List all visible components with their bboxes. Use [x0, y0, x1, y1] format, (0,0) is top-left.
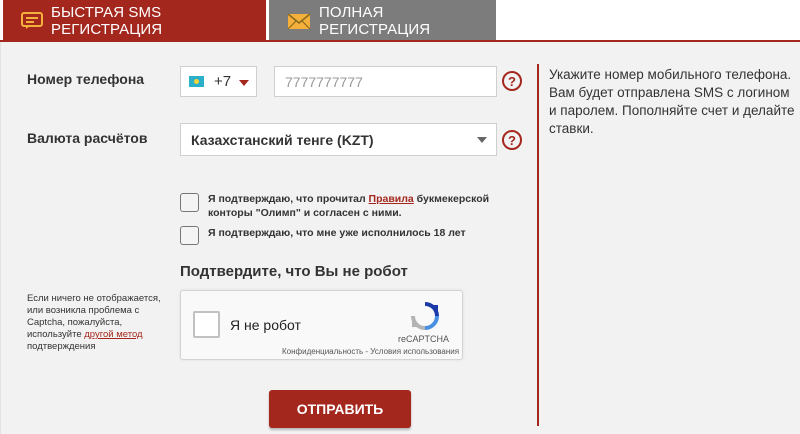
submit-button[interactable]: Отправить — [269, 390, 411, 428]
tab-full-label: Полная регистрация — [319, 4, 431, 38]
recaptcha-brand: reCAPTCHA — [398, 334, 450, 344]
phone-input[interactable] — [274, 66, 497, 97]
rules-link[interactable]: Правила — [369, 193, 414, 205]
recaptcha-checkbox[interactable] — [193, 311, 220, 338]
envelope-icon — [287, 12, 311, 30]
rules-checkbox-label: Я подтверждаю, что прочитал Правила букм… — [208, 192, 508, 220]
rules-text-before: Я подтверждаю, что прочитал — [208, 193, 369, 205]
registration-tabs: Быстрая SMS регистрация Полная регистрац… — [0, 0, 800, 42]
chevron-down-icon — [477, 137, 487, 143]
recaptcha-label: Я не робот — [230, 317, 301, 333]
tab-sms-registration[interactable]: Быстрая SMS регистрация — [3, 0, 266, 42]
captcha-help-note: Если ничего не отображается, или возникл… — [27, 293, 177, 353]
sms-chat-icon — [21, 12, 43, 30]
age-checkbox[interactable] — [180, 226, 199, 245]
kazakhstan-flag-icon — [189, 76, 204, 87]
captcha-note-text-after: подтверждения — [27, 341, 96, 352]
alternative-method-link[interactable]: другой метод — [84, 329, 142, 340]
currency-selected-value: Казахстанский тенге (KZT) — [191, 131, 374, 148]
robot-check-title: Подтвердите, что Вы не робот — [180, 263, 408, 280]
recaptcha-privacy-terms-links[interactable]: Конфиденциальность - Условия использован… — [282, 347, 459, 356]
phone-label: Номер телефона — [27, 71, 145, 87]
currency-help-icon[interactable]: ? — [502, 130, 522, 150]
info-text: Укажите номер мобильного телефона. Вам б… — [549, 67, 795, 136]
country-code-select[interactable]: +7 — [180, 66, 257, 97]
tab-sms-label: Быстрая SMS регистрация — [51, 4, 163, 38]
recaptcha-widget: Я не робот reCAPTCHA Конфиденциальность … — [180, 290, 463, 360]
tab-full-registration[interactable]: Полная регистрация — [269, 0, 496, 42]
chevron-down-icon — [239, 80, 249, 86]
age-checkbox-label: Я подтверждаю, что мне уже исполнилось 1… — [208, 227, 466, 239]
currency-select[interactable]: Казахстанский тенге (KZT) — [180, 123, 497, 156]
vertical-divider — [537, 64, 539, 426]
country-code-value: +7 — [214, 73, 232, 90]
recaptcha-logo-icon — [410, 301, 440, 331]
currency-label: Валюта расчётов — [27, 130, 148, 146]
phone-help-icon[interactable]: ? — [502, 71, 522, 91]
rules-checkbox[interactable] — [180, 193, 199, 212]
